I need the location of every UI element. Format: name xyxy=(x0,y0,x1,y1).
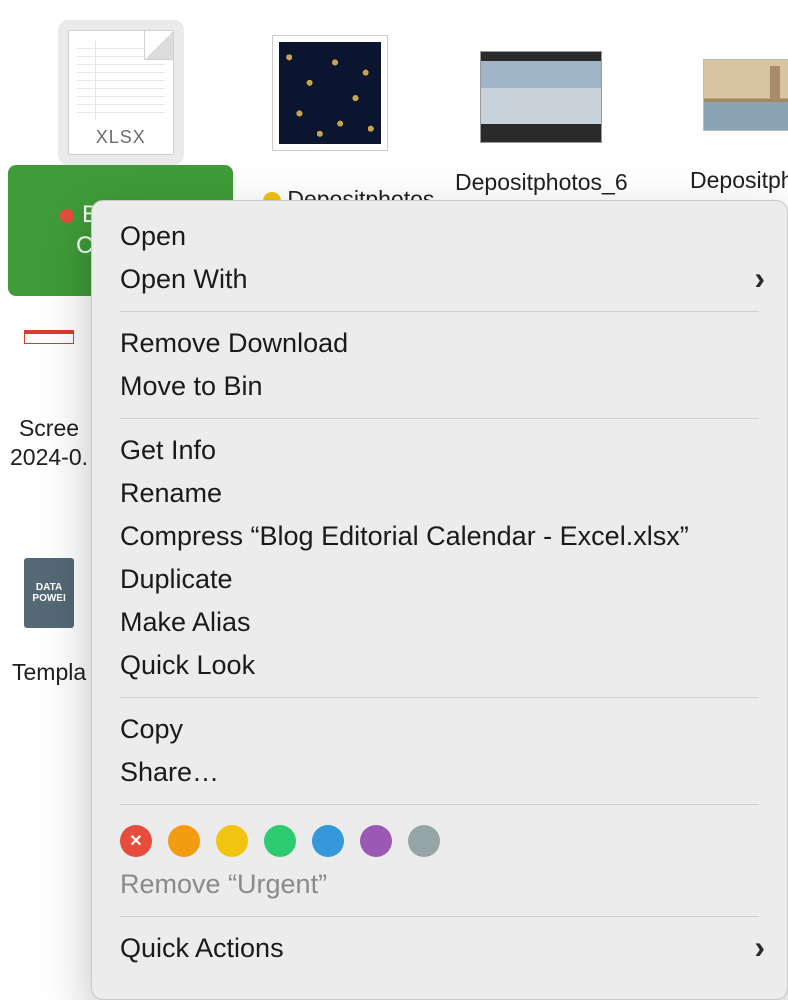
menu-item-rename[interactable]: Rename xyxy=(92,472,787,515)
menu-item-quick-actions[interactable]: Quick Actions xyxy=(92,927,787,970)
file-label: Depositphotos_6 xyxy=(455,168,628,197)
file-thumbnail-selected: XLSX xyxy=(58,20,184,165)
image-thumbnail xyxy=(704,60,788,130)
tag-button-orange[interactable] xyxy=(168,825,200,857)
file-item-depositphotos-3[interactable]: Depositpho xyxy=(690,60,788,195)
tag-button-green[interactable] xyxy=(264,825,296,857)
menu-item-get-info[interactable]: Get Info xyxy=(92,429,787,472)
menu-separator xyxy=(120,804,759,805)
file-item-depositphotos-2[interactable]: Depositphotos_6 xyxy=(455,52,628,197)
menu-item-quick-look[interactable]: Quick Look xyxy=(92,644,787,687)
context-menu: Open Open With Remove Download Move to B… xyxy=(91,200,788,1000)
tag-color-row xyxy=(92,815,787,863)
menu-item-make-alias[interactable]: Make Alias xyxy=(92,601,787,644)
menu-item-copy[interactable]: Copy xyxy=(92,708,787,751)
menu-item-compress[interactable]: Compress “Blog Editorial Calendar - Exce… xyxy=(92,515,787,558)
file-thumbnail: DATAPOWEI xyxy=(24,558,74,628)
file-thumbnail xyxy=(24,330,74,344)
menu-item-remove-tag[interactable]: Remove “Urgent” xyxy=(92,863,787,906)
file-label: Scree2024-0. xyxy=(10,414,88,472)
menu-item-open-with[interactable]: Open With xyxy=(92,258,787,301)
menu-item-remove-download[interactable]: Remove Download xyxy=(92,322,787,365)
menu-separator xyxy=(120,311,759,312)
file-label: Templa xyxy=(12,658,86,687)
file-item-template[interactable]: DATAPOWEI Templa xyxy=(12,558,86,687)
tag-button-gray[interactable] xyxy=(408,825,440,857)
menu-item-duplicate[interactable]: Duplicate xyxy=(92,558,787,601)
image-thumbnail xyxy=(273,36,387,150)
tag-dot-icon xyxy=(58,207,76,225)
tag-button-blue[interactable] xyxy=(312,825,344,857)
image-thumbnail xyxy=(481,52,601,142)
menu-item-open[interactable]: Open xyxy=(92,215,787,258)
file-item-screenshot[interactable]: Scree2024-0. xyxy=(10,330,88,472)
menu-separator xyxy=(120,418,759,419)
tag-button-yellow[interactable] xyxy=(216,825,248,857)
tag-button-red[interactable] xyxy=(120,825,152,857)
tag-button-purple[interactable] xyxy=(360,825,392,857)
xlsx-icon: XLSX xyxy=(68,30,174,155)
file-label: Depositpho xyxy=(690,166,788,195)
menu-separator xyxy=(120,697,759,698)
menu-item-move-to-bin[interactable]: Move to Bin xyxy=(92,365,787,408)
file-extension-label: XLSX xyxy=(69,127,173,148)
menu-item-share[interactable]: Share… xyxy=(92,751,787,794)
menu-separator xyxy=(120,916,759,917)
